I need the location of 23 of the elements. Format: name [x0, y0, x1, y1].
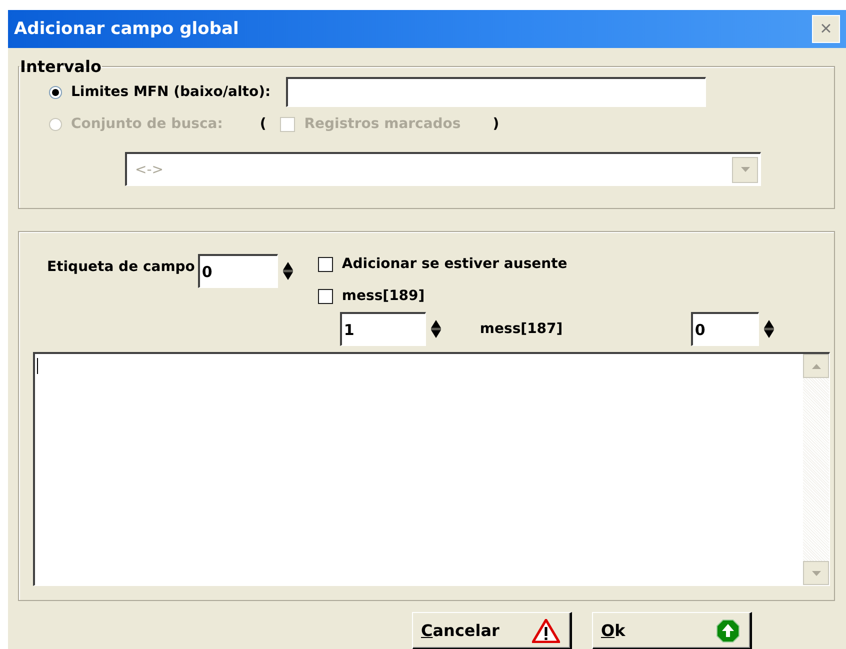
occurrence-to-input[interactable]: 0: [690, 312, 759, 346]
parenthesis: (: [260, 116, 266, 132]
mfn-input-field[interactable]: [286, 77, 706, 107]
field-tag-label: Etiqueta de campo: [47, 258, 195, 275]
cancel-button[interactable]: Cancelar: [412, 612, 572, 649]
ok-button[interactable]: Ok: [592, 612, 752, 649]
parenthesis: ): [492, 116, 500, 132]
field-tag-input[interactable]: 0: [198, 254, 278, 288]
spin-arrows-icon[interactable]: [430, 319, 442, 339]
up-arrow-icon: [716, 618, 740, 642]
window-title: Adicionar campo global: [13, 19, 239, 39]
spin-arrows-icon[interactable]: [762, 319, 775, 339]
caret-icon: [740, 167, 750, 172]
spin-arrows-icon[interactable]: [282, 261, 294, 281]
close-button[interactable]: ×: [812, 15, 840, 43]
warning-icon: [532, 618, 560, 642]
checkbox-option[interactable]: mess[189]: [318, 280, 775, 312]
group-title: Intervalo: [19, 57, 102, 76]
occurrence-from-input[interactable]: 1: [340, 312, 426, 346]
radio-option[interactable]: Limites MFN (baixo/alto):: [49, 84, 271, 100]
occurrence-label: mess[187]: [480, 321, 564, 337]
text-cursor: [37, 358, 38, 374]
checkbox-option[interactable]: Adicionar se estiver ausente: [318, 248, 775, 280]
